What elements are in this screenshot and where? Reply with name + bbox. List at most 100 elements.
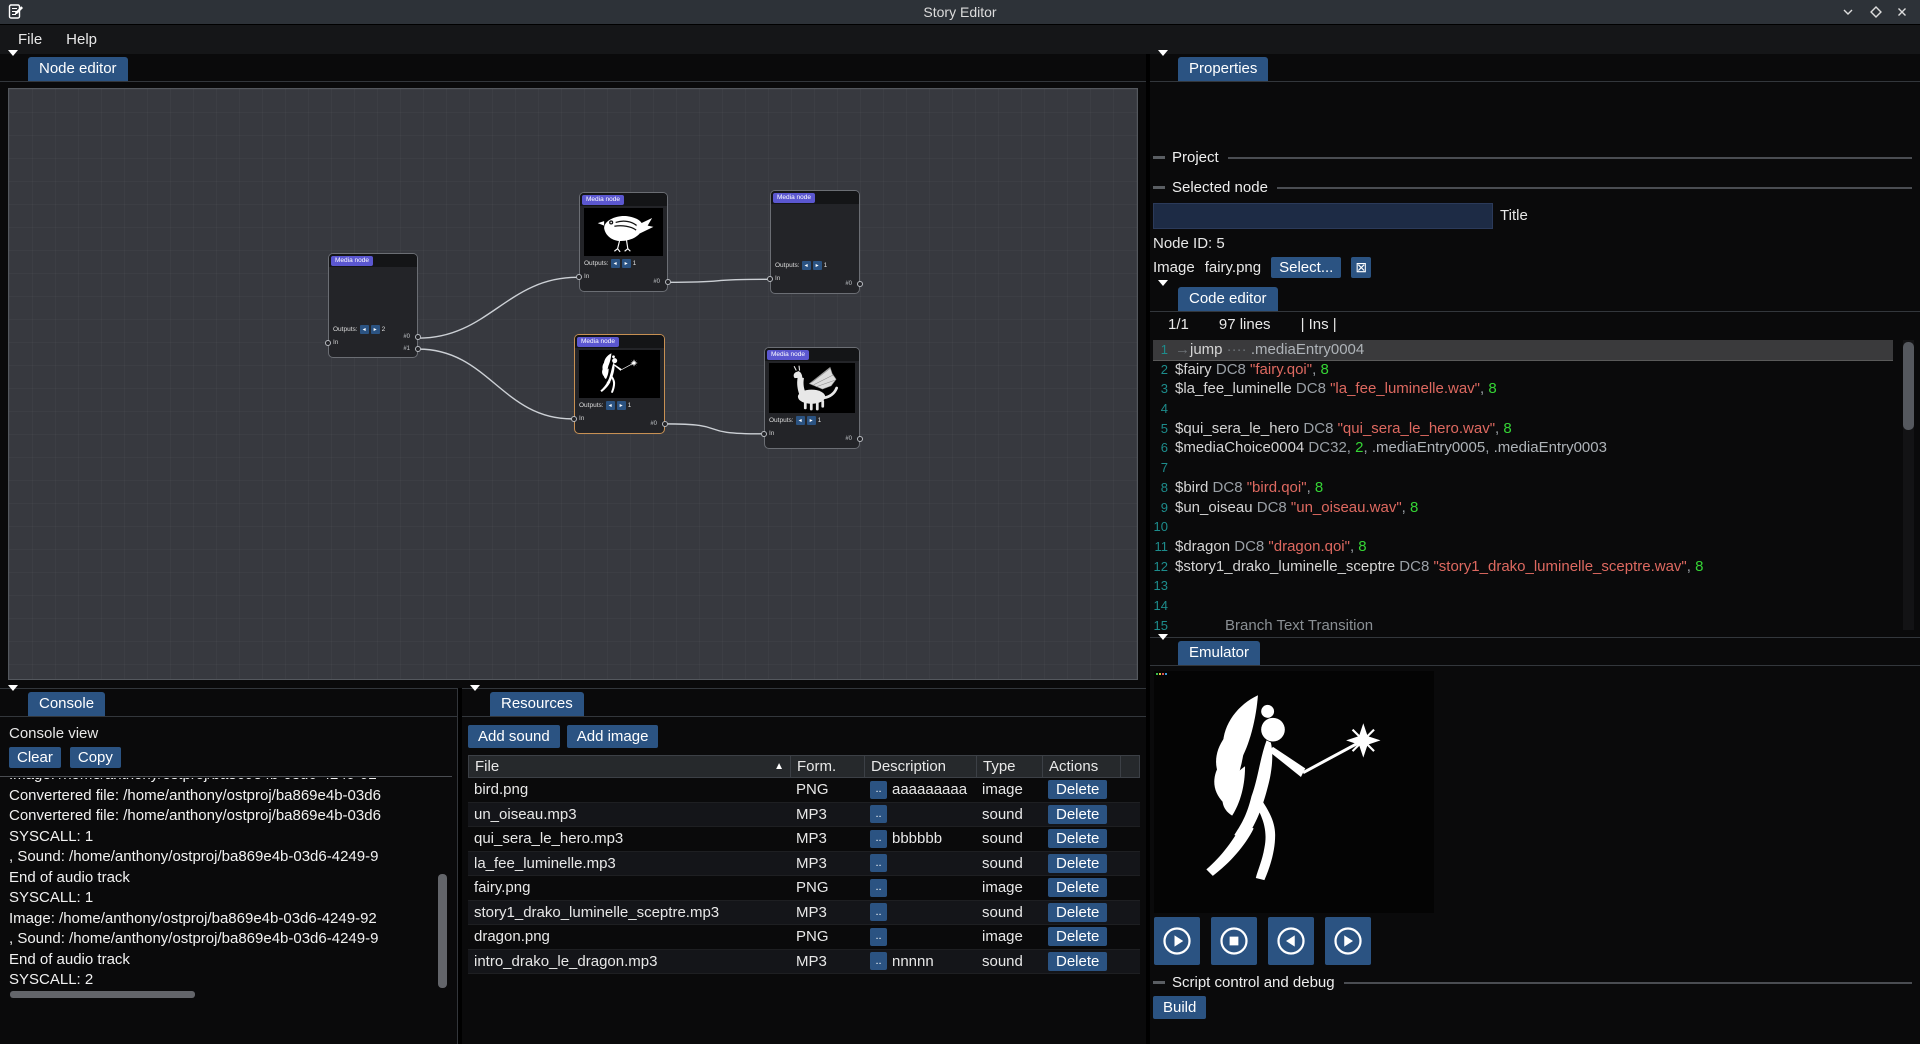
collapse-panel-icon[interactable]	[8, 56, 19, 74]
column-header-actions[interactable]: Actions	[1043, 756, 1121, 777]
tab-node-editor[interactable]: Node editor	[28, 57, 128, 81]
output-port[interactable]	[857, 436, 863, 442]
increase-outputs-button[interactable]: ▸	[617, 401, 626, 410]
play-button[interactable]	[1154, 917, 1200, 965]
collapse-panel-icon[interactable]	[1158, 640, 1169, 658]
delete-button[interactable]: Delete	[1048, 952, 1107, 971]
input-port[interactable]	[761, 431, 767, 437]
node-graph-canvas[interactable]: Media nodeOutputs:◂▸2In#0#1 Media nodeOut…	[8, 88, 1138, 680]
code-line[interactable]: 7	[1153, 458, 1893, 478]
maximize-icon[interactable]	[1868, 4, 1884, 20]
tab-properties[interactable]: Properties	[1178, 57, 1268, 81]
step-forward-button[interactable]	[1325, 917, 1371, 965]
edit-description-button[interactable]: ..	[870, 928, 887, 946]
code-line[interactable]: 5$qui_sera_le_hero DC8 "qui_sera_le_hero…	[1153, 419, 1893, 439]
column-header-type[interactable]: Type	[977, 756, 1043, 777]
edit-description-button[interactable]: ..	[870, 781, 887, 799]
column-header-file[interactable]: File ▲	[469, 756, 791, 777]
add-sound-button[interactable]: Add sound	[468, 725, 560, 748]
menu-help[interactable]: Help	[54, 27, 109, 52]
close-icon[interactable]	[1894, 4, 1910, 20]
collapse-panel-icon[interactable]	[1158, 286, 1169, 304]
input-port[interactable]	[576, 274, 582, 280]
minimize-icon[interactable]	[1840, 4, 1856, 20]
edit-description-button[interactable]: ..	[870, 903, 887, 921]
code-line[interactable]: 4	[1153, 399, 1893, 419]
build-button[interactable]: Build	[1153, 996, 1206, 1019]
code-line[interactable]: 3$la_fee_luminelle DC8 "la_fee_luminelle…	[1153, 379, 1893, 399]
table-row[interactable]: bird.pngPNG..aaaaaaaaaimageDelete	[468, 778, 1140, 803]
edit-description-button[interactable]: ..	[870, 854, 887, 872]
edit-description-button[interactable]: ..	[870, 830, 887, 848]
media-node-dragon[interactable]: Media nodeOutputs:◂▸1In#0	[764, 347, 860, 449]
tab-code-editor[interactable]: Code editor	[1178, 287, 1278, 311]
delete-button[interactable]: Delete	[1048, 854, 1107, 873]
table-row[interactable]: dragon.pngPNG..imageDelete	[468, 925, 1140, 950]
tab-console[interactable]: Console	[28, 692, 105, 716]
decrease-outputs-button[interactable]: ◂	[796, 416, 805, 425]
collapse-panel-icon[interactable]	[1158, 56, 1169, 74]
delete-button[interactable]: Delete	[1048, 878, 1107, 897]
increase-outputs-button[interactable]: ▸	[813, 261, 822, 270]
collapse-panel-icon[interactable]	[470, 691, 481, 709]
menu-file[interactable]: File	[6, 27, 54, 52]
input-port[interactable]	[325, 340, 331, 346]
column-header-description[interactable]: Description	[865, 756, 977, 777]
code-text-area[interactable]: 1→jump ···· .mediaEntry00042$fairy DC8 "…	[1153, 340, 1893, 633]
output-port[interactable]	[662, 421, 668, 427]
collapse-panel-icon[interactable]	[8, 691, 19, 709]
column-header-format[interactable]: Form.	[791, 756, 865, 777]
media-node[interactable]: Media nodeOutputs:◂▸2In#0#1	[328, 253, 418, 358]
step-back-button[interactable]	[1268, 917, 1314, 965]
output-port[interactable]	[857, 281, 863, 287]
copy-button[interactable]: Copy	[70, 747, 121, 768]
tab-resources[interactable]: Resources	[490, 692, 584, 716]
output-port[interactable]	[415, 334, 421, 340]
increase-outputs-button[interactable]: ▸	[371, 325, 380, 334]
code-line[interactable]: 13	[1153, 576, 1893, 596]
image-clear-button[interactable]: ⊠	[1351, 257, 1371, 278]
code-line[interactable]: 11$dragon DC8 "dragon.qoi", 8	[1153, 537, 1893, 557]
edit-description-button[interactable]: ..	[870, 805, 887, 823]
console-vertical-scrollbar[interactable]	[438, 874, 447, 988]
decrease-outputs-button[interactable]: ◂	[360, 325, 369, 334]
edit-description-button[interactable]: ..	[870, 952, 887, 970]
code-line[interactable]: 14	[1153, 596, 1893, 616]
delete-button[interactable]: Delete	[1048, 927, 1107, 946]
media-node-bird[interactable]: Media nodeOutputs:◂▸1In#0	[579, 192, 668, 292]
title-input[interactable]	[1153, 203, 1493, 229]
code-scrollbar-thumb[interactable]	[1903, 342, 1914, 430]
media-node-fairy[interactable]: Media nodeOutputs:◂▸1In#0	[574, 334, 665, 434]
table-row[interactable]: fairy.pngPNG..imageDelete	[468, 876, 1140, 901]
clear-button[interactable]: Clear	[9, 747, 61, 768]
increase-outputs-button[interactable]: ▸	[622, 259, 631, 268]
delete-button[interactable]: Delete	[1048, 805, 1107, 824]
table-row[interactable]: la_fee_luminelle.mp3MP3..soundDelete	[468, 852, 1140, 877]
console-horizontal-scrollbar[interactable]	[10, 991, 195, 998]
add-image-button[interactable]: Add image	[567, 725, 659, 748]
table-row[interactable]: intro_drako_le_dragon.mp3MP3..nnnnnsound…	[468, 950, 1140, 975]
code-line[interactable]: 6$mediaChoice0004 DC32, 2, .mediaEntry00…	[1153, 438, 1893, 458]
code-line[interactable]: 1→jump ···· .mediaEntry0004	[1153, 340, 1893, 360]
code-line[interactable]: 10	[1153, 517, 1893, 537]
edit-description-button[interactable]: ..	[870, 879, 887, 897]
code-line[interactable]: 8$bird DC8 "bird.qoi", 8	[1153, 478, 1893, 498]
table-row[interactable]: story1_drako_luminelle_sceptre.mp3MP3..s…	[468, 901, 1140, 926]
output-port[interactable]	[665, 279, 671, 285]
increase-outputs-button[interactable]: ▸	[807, 416, 816, 425]
code-line[interactable]: 15 Branch Text Transition	[1153, 616, 1893, 633]
code-line[interactable]: 2$fairy DC8 "fairy.qoi", 8	[1153, 360, 1893, 380]
table-row[interactable]: un_oiseau.mp3MP3..soundDelete	[468, 803, 1140, 828]
delete-button[interactable]: Delete	[1048, 829, 1107, 848]
code-line[interactable]: 12$story1_drako_luminelle_sceptre DC8 "s…	[1153, 557, 1893, 577]
decrease-outputs-button[interactable]: ◂	[611, 259, 620, 268]
console-log[interactable]: Image: /home/anthony/ostproj/ba869e4b-03…	[9, 778, 433, 988]
image-select-button[interactable]: Select...	[1271, 257, 1341, 278]
input-port[interactable]	[767, 276, 773, 282]
input-port[interactable]	[571, 416, 577, 422]
tab-emulator[interactable]: Emulator	[1178, 641, 1260, 665]
delete-button[interactable]: Delete	[1048, 903, 1107, 922]
code-line[interactable]: 9$un_oiseau DC8 "un_oiseau.wav", 8	[1153, 498, 1893, 518]
media-node[interactable]: Media nodeOutputs:◂▸1In#0	[770, 190, 860, 294]
table-row[interactable]: qui_sera_le_hero.mp3MP3..bbbbbbsoundDele…	[468, 827, 1140, 852]
